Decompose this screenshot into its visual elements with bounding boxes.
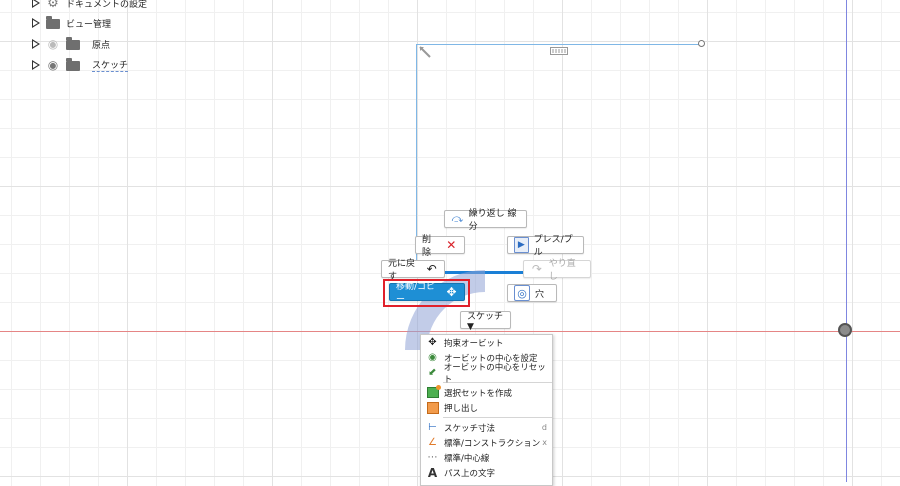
gear-icon: ⚙	[47, 0, 59, 11]
browser-item-label: スケッチ	[92, 58, 129, 72]
browser-item-origin[interactable]: ◉ 原点	[32, 35, 110, 53]
hole-label: 穴	[535, 289, 545, 300]
redo-arrow-icon: ↷	[531, 262, 542, 276]
sketch-dropdown-button[interactable]: スケッチ ▼	[460, 311, 511, 332]
menu-item-reset-orbit-center[interactable]: ⬋ オービットの中心をリセット	[421, 363, 552, 385]
expand-arrow-icon[interactable]	[32, 18, 40, 28]
folder-icon	[66, 58, 80, 71]
menu-item-extrude[interactable]: 押し出し	[421, 400, 552, 415]
menu-item-normal-construction[interactable]: ∠ 標準/コンストラクション x	[421, 435, 552, 450]
redo-button[interactable]: ↷ やり直し	[523, 259, 591, 282]
delete-button[interactable]: 削除 ✕	[415, 235, 465, 258]
eye-hidden-icon[interactable]: ◉	[46, 37, 60, 51]
repeat-line-button[interactable]: ⤼ 繰り返し 線分	[444, 209, 527, 232]
constrained-orbit-icon: ✥	[428, 337, 437, 348]
browser-item-document-settings[interactable]: ⚙ ドキュメントの設定	[32, 0, 147, 12]
y-axis-line	[846, 0, 847, 482]
delete-x-icon: ✕	[446, 238, 457, 252]
selection-set-icon	[426, 385, 441, 399]
sketch-endpoint[interactable]	[698, 40, 705, 47]
hole-button[interactable]: ◎ 穴	[507, 284, 557, 302]
repeat-line-label: 繰り返し 線分	[468, 209, 517, 232]
menu-item-label: パス上の文字	[444, 468, 496, 479]
perpendicular-constraint-icon[interactable]	[419, 46, 431, 58]
menu-separator	[443, 417, 552, 418]
menu-item-label: 標準/中心線	[444, 453, 490, 464]
folder-icon	[46, 16, 60, 29]
eye-visible-icon[interactable]: ◉	[46, 58, 60, 72]
expand-arrow-icon[interactable]	[32, 60, 40, 70]
browser-item-label: ビュー管理	[66, 19, 112, 30]
expand-arrow-icon[interactable]	[32, 39, 40, 49]
press-pull-icon: ▶	[514, 237, 529, 253]
menu-item-shortcut: x	[542, 438, 547, 447]
menu-item-create-selection-set[interactable]: 選択セットを作成	[421, 385, 552, 400]
delete-label: 削除	[422, 235, 432, 258]
reset-orbit-center-icon: ⬋	[428, 367, 437, 378]
menu-item-label: 拘束オービット	[444, 338, 504, 349]
menu-item-constrained-orbit[interactable]: ✥ 拘束オービット	[421, 335, 552, 350]
text-on-path-icon: A	[427, 465, 438, 480]
centerline-icon: ⋯	[427, 452, 438, 463]
expand-arrow-icon[interactable]	[32, 0, 40, 8]
menu-item-text-on-path[interactable]: A パス上の文字	[421, 465, 552, 480]
menu-item-label: 押し出し	[444, 403, 479, 414]
selection-highlight-box	[383, 279, 470, 307]
repeat-line-icon: ⤼	[451, 212, 464, 225]
redo-label: やり直し	[548, 259, 576, 282]
menu-item-label: スケッチ寸法	[444, 423, 496, 434]
sketch-line-top[interactable]	[416, 44, 702, 45]
extrude-icon	[426, 401, 439, 414]
context-menu: ✥ 拘束オービット ◉ オービットの中心を設定 ⬋ オービットの中心をリセット …	[420, 334, 553, 486]
menu-item-label: 標準/コンストラクション	[444, 438, 541, 449]
browser-item-sketches[interactable]: ◉ スケッチ	[32, 56, 129, 74]
construction-icon: ∠	[428, 437, 437, 448]
horizontal-constraint-icon[interactable]	[550, 47, 568, 55]
sketch-dimension-icon: ⊢	[428, 422, 437, 433]
press-pull-button[interactable]: ▶ プレス/プル	[507, 235, 584, 258]
origin-point[interactable]	[838, 323, 852, 337]
press-pull-label: プレス/プル	[533, 235, 573, 258]
set-orbit-center-icon: ◉	[428, 352, 437, 363]
undo-arrow-icon: ↶	[426, 262, 437, 276]
hole-icon: ◎	[514, 285, 530, 301]
sketch-dropdown-label: スケッチ ▼	[467, 311, 504, 332]
menu-item-shortcut: d	[541, 423, 547, 432]
folder-icon	[66, 37, 80, 50]
browser-item-label: 原点	[92, 40, 111, 51]
menu-item-label: オービットの中心をリセット	[443, 362, 546, 385]
menu-item-label: 選択セットを作成	[444, 388, 513, 399]
undo-button[interactable]: 元に戻す ↶	[381, 259, 445, 282]
menu-item-normal-centerline[interactable]: ⋯ 標準/中心線	[421, 450, 552, 465]
menu-item-sketch-dimension[interactable]: ⊢ スケッチ寸法 d	[421, 420, 552, 435]
browser-item-view-management[interactable]: ビュー管理	[32, 14, 111, 32]
browser-item-label: ドキュメントの設定	[66, 0, 148, 10]
